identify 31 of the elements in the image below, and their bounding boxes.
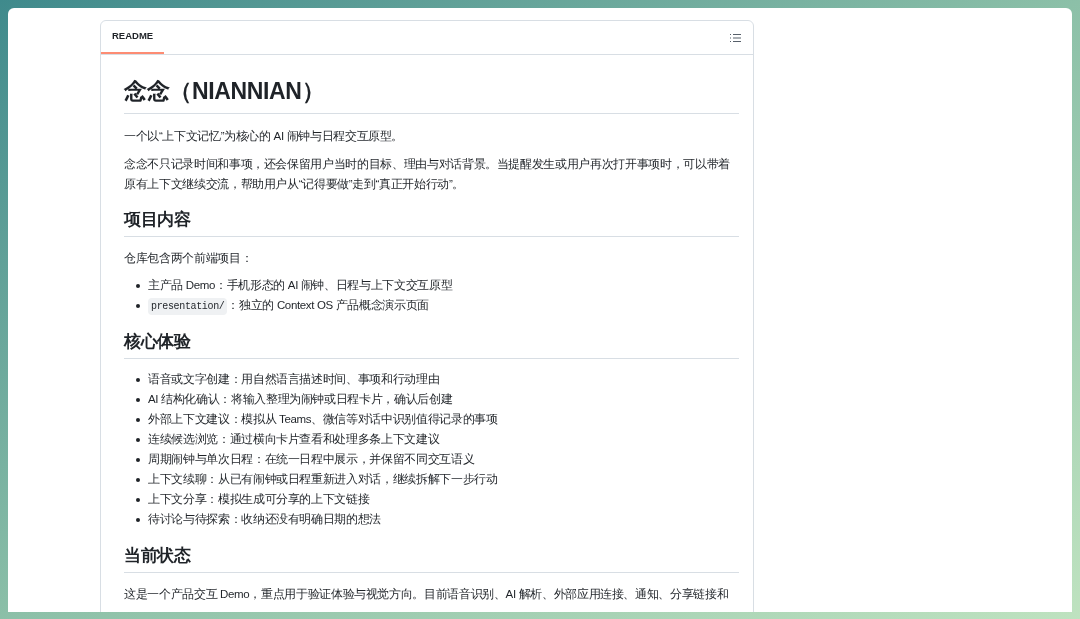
bullet-icon [136, 518, 140, 522]
bullet-icon [136, 378, 140, 382]
list-item-text: 上下文续聊：从已有闹钟或日程重新进入对话，继续拆解下一步行动 [148, 472, 498, 488]
list-item-text: 主产品 Demo：手机形态的 AI 闹钟、日程与上下文交互原型 [148, 278, 453, 294]
list-item-text: ：独立的 Context OS 产品概念演示页面 [227, 298, 429, 314]
section-heading: 项目内容 [124, 209, 192, 231]
list-item-text: AI 结构化确认：将输入整理为闹钟或日程卡片，确认后创建 [148, 392, 453, 408]
bullet-icon [136, 418, 140, 422]
bullet-icon [136, 304, 140, 308]
section-heading: 当前状态 [124, 545, 192, 567]
list-item-text: 连续候选浏览：通过横向卡片查看和处理多条上下文建议 [148, 432, 440, 448]
paragraph: 这是一个产品交互 Demo，重点用于验证体验与视觉方向。目前语音识别、AI 解析、外部应用连接、通知、分享链接和 [124, 587, 730, 602]
paragraph: 念念不只记录时间和事项，还会保留用户当时的目标、理由与对话背景。当提醒发生或用户再次打开事项时，可以带着原有上下文继续交流，帮助用户从“记得要做”走到“真正开始行动”。 [124, 157, 731, 192]
list-item-text: 上下文分享：模拟生成可分享的上下文链接 [148, 492, 370, 508]
inline-code: presentation/ [148, 297, 228, 315]
bullet-icon [136, 478, 140, 482]
bullet-icon [136, 284, 140, 288]
readme-title: 念念（NIANNIAN） [124, 77, 326, 106]
bullet-icon [136, 398, 140, 402]
paragraph: 仓库包含两个前端项目： [124, 251, 254, 266]
outline-icon[interactable] [729, 32, 741, 43]
bullet-icon [136, 458, 140, 462]
bullet-icon [136, 438, 140, 442]
list-item-text: 待讨论与待探索：收纳还没有明确日期的想法 [148, 512, 381, 528]
readme-tab[interactable]: README [101, 21, 165, 54]
list-item-text: 周期闹钟与单次日程：在统一日程中展示，并保留不同交互语义 [148, 452, 475, 468]
section-heading: 核心体验 [124, 331, 192, 353]
list-item-text: 外部上下文建议：模拟从 Teams、微信等对话中识别值得记录的事项 [148, 412, 498, 428]
list-item-text: 语音或文字创建：用自然语言描述时间、事项和行动理由 [148, 372, 440, 388]
paragraph: 一个以“上下文记忆”为核心的 AI 闹钟与日程交互原型。 [124, 129, 405, 144]
bullet-icon [136, 498, 140, 502]
